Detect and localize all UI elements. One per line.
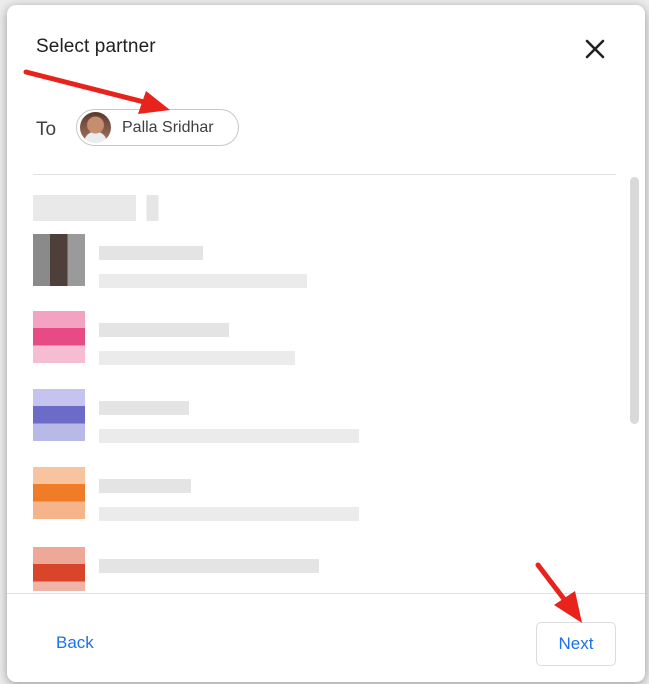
contact-name-blurred xyxy=(99,246,203,260)
avatar xyxy=(33,547,85,591)
avatar xyxy=(33,389,85,441)
avatar xyxy=(80,112,111,143)
list-item[interactable] xyxy=(33,467,613,539)
list-item[interactable] xyxy=(33,234,613,306)
back-button[interactable]: Back xyxy=(54,629,96,657)
avatar xyxy=(33,467,85,519)
to-label: To xyxy=(36,119,57,140)
contact-email-blurred xyxy=(99,429,359,443)
avatar xyxy=(33,234,85,286)
contact-email-blurred xyxy=(99,351,295,365)
close-button[interactable] xyxy=(581,35,609,63)
contact-email-blurred xyxy=(99,507,359,521)
contact-name-blurred xyxy=(99,401,189,415)
next-button[interactable]: Next xyxy=(536,622,616,666)
dialog-title: Select partner xyxy=(36,36,156,57)
recipient-name: Palla Sridhar xyxy=(122,118,214,136)
list-section-header xyxy=(33,195,165,221)
recipient-chip[interactable]: Palla Sridhar xyxy=(76,109,239,146)
list-item[interactable] xyxy=(33,311,613,383)
list-item[interactable] xyxy=(33,389,613,461)
contact-email-blurred xyxy=(99,274,307,288)
contact-name-blurred xyxy=(99,559,319,573)
footer-divider xyxy=(7,593,645,594)
contact-name-blurred xyxy=(99,479,191,493)
scrollbar[interactable] xyxy=(630,177,639,424)
select-partner-dialog: Select partner To Palla Sridhar Back Nex… xyxy=(7,5,645,682)
contact-list xyxy=(33,191,613,591)
avatar xyxy=(33,311,85,363)
contact-name-blurred xyxy=(99,323,229,337)
close-icon xyxy=(585,39,605,59)
divider xyxy=(33,174,616,175)
list-item[interactable] xyxy=(33,547,613,591)
